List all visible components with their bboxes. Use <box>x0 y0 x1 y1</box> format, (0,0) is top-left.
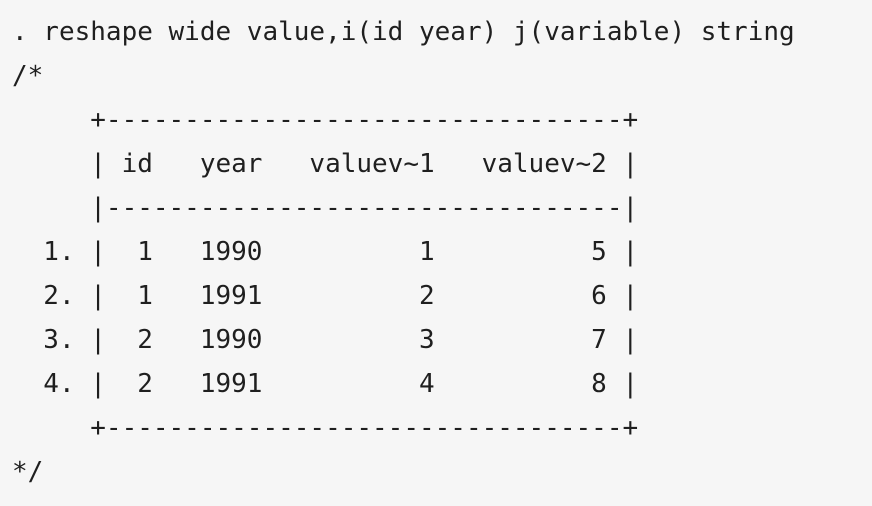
table-row: 2. | 1 1991 2 6 | <box>12 281 639 311</box>
command-line: . reshape wide value,i(id year) j(variab… <box>12 17 795 47</box>
table-row: 3. | 2 1990 3 7 | <box>12 325 639 355</box>
table-header: | id year valuev~1 valuev~2 | <box>12 149 639 179</box>
comment-open: /* <box>12 61 44 91</box>
code-block: . reshape wide value,i(id year) j(variab… <box>0 0 872 506</box>
table-border-top: +---------------------------------+ <box>12 105 639 135</box>
table-separator: |---------------------------------| <box>12 193 639 223</box>
comment-close: */ <box>12 457 44 487</box>
table-row: 1. | 1 1990 1 5 | <box>12 237 639 267</box>
table-border-bottom: +---------------------------------+ <box>12 413 639 443</box>
table-row: 4. | 2 1991 4 8 | <box>12 369 639 399</box>
